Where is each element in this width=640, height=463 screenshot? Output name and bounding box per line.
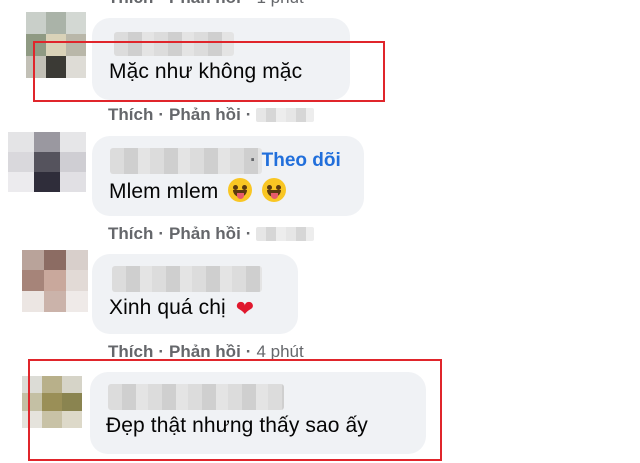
comment-text-row: Xinh quá chị ❤ xyxy=(109,296,254,322)
comment-bubble: · Theo dõi Mlem mlem xyxy=(92,136,364,216)
tongue-emoji-icon xyxy=(262,178,287,202)
author-name[interactable] xyxy=(112,266,262,292)
separator: · xyxy=(158,0,164,8)
like-link[interactable]: Thích xyxy=(108,224,153,244)
comment-0-actions: Thích · Phản hồi · 1 phút xyxy=(108,0,304,8)
comment-text-row: Mlem mlem xyxy=(109,178,287,204)
separator: · xyxy=(250,150,257,171)
like-link[interactable]: Thích xyxy=(108,105,153,125)
highlight-box xyxy=(28,359,442,461)
comment-text: Xinh quá chị xyxy=(109,296,226,319)
avatar[interactable] xyxy=(8,132,86,192)
reply-link[interactable]: Phản hồi xyxy=(169,105,241,125)
comment-actions: Thích · Phản hồi · xyxy=(108,224,315,244)
separator: · xyxy=(245,105,252,124)
follow-link: · Theo dõi xyxy=(250,150,341,172)
comment-text: Mlem mlem xyxy=(109,180,219,203)
reply-link[interactable]: Phản hồi xyxy=(169,224,241,244)
avatar[interactable] xyxy=(22,250,88,312)
heart-emoji-icon: ❤ xyxy=(235,296,255,321)
highlight-box xyxy=(33,41,385,102)
comment-time[interactable]: 1 phút xyxy=(256,0,303,8)
separator: · xyxy=(158,105,165,124)
reply-link[interactable]: Phản hồi xyxy=(169,0,241,8)
separator: · xyxy=(245,224,252,243)
comment-time[interactable] xyxy=(256,108,315,122)
comment-time[interactable] xyxy=(256,227,315,241)
follow-button[interactable]: Theo dõi xyxy=(262,150,341,171)
separator: · xyxy=(246,0,252,8)
like-link[interactable]: Thích xyxy=(108,0,153,8)
separator: · xyxy=(158,224,165,243)
comment-actions: Thích · Phản hồi · xyxy=(108,105,315,125)
comment-bubble: Xinh quá chị ❤ xyxy=(92,254,298,334)
tongue-emoji-icon xyxy=(228,178,253,202)
author-name[interactable] xyxy=(110,148,262,174)
